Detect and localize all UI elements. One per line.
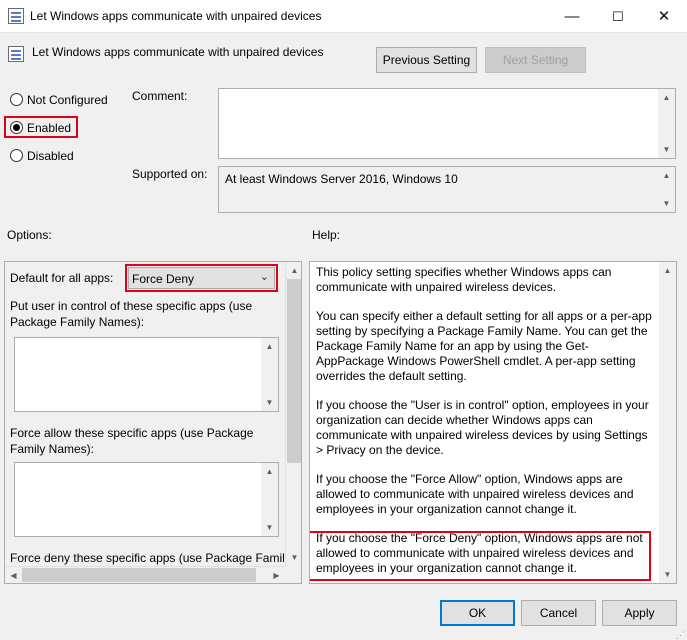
apply-button[interactable]: Apply <box>602 600 677 626</box>
enabled-radio[interactable] <box>10 121 23 134</box>
scroll-up-icon[interactable]: ▲ <box>658 167 675 184</box>
options-panel: Default for all apps: Force Deny ⌄ Put u… <box>4 261 302 584</box>
scroll-up-icon[interactable]: ▲ <box>261 338 278 355</box>
chevron-down-icon: ⌄ <box>259 271 269 283</box>
force-allow-scrollbar[interactable]: ▲ ▼ <box>261 463 278 536</box>
scroll-down-icon[interactable]: ▼ <box>658 141 675 158</box>
comment-scrollbar[interactable]: ▲ ▼ <box>658 89 675 158</box>
scroll-down-icon[interactable]: ▼ <box>261 394 278 411</box>
scroll-left-icon[interactable]: ◀ <box>5 567 22 583</box>
resize-grip-icon[interactable]: ⋰ <box>676 630 686 640</box>
scroll-up-icon[interactable]: ▲ <box>658 89 675 106</box>
scroll-down-icon[interactable]: ▼ <box>658 195 675 212</box>
scroll-up-icon[interactable]: ▲ <box>659 262 676 279</box>
help-paragraph: This policy setting specifies whether Wi… <box>316 265 612 294</box>
comment-label: Comment: <box>132 89 188 103</box>
scroll-up-icon[interactable]: ▲ <box>286 262 301 279</box>
scroll-down-icon[interactable]: ▼ <box>261 519 278 536</box>
options-hscrollbar[interactable]: ◀ ▶ <box>5 566 285 583</box>
cancel-button[interactable]: Cancel <box>521 600 596 626</box>
highlight-force-deny-help <box>310 531 651 581</box>
ok-button[interactable]: OK <box>440 600 515 626</box>
help-panel: This policy setting specifies whether Wi… <box>309 261 677 584</box>
options-vscrollbar[interactable]: ▲ ▼ <box>285 262 301 566</box>
user-control-list[interactable]: ▲ ▼ <box>14 337 279 412</box>
options-hscroll-thumb[interactable] <box>22 568 256 582</box>
scroll-up-icon[interactable]: ▲ <box>261 463 278 480</box>
scroll-right-icon[interactable]: ▶ <box>268 567 285 583</box>
supported-box: At least Windows Server 2016, Windows 10… <box>218 166 676 213</box>
window-title: Let Windows apps communicate with unpair… <box>30 9 322 23</box>
help-scroll-track <box>661 279 674 566</box>
not-configured-radio[interactable] <box>10 93 23 106</box>
help-label: Help: <box>312 228 341 242</box>
user-control-scrollbar[interactable]: ▲ ▼ <box>261 338 278 411</box>
supported-value: At least Windows Server 2016, Windows 10 <box>225 172 458 186</box>
previous-setting-button[interactable]: Previous Setting <box>376 47 477 73</box>
options-vscroll-thumb[interactable] <box>287 279 301 463</box>
policy-icon <box>8 46 24 62</box>
disabled-label[interactable]: Disabled <box>27 149 74 163</box>
not-configured-label[interactable]: Not Configured <box>27 93 108 107</box>
help-scrollbar[interactable]: ▲ ▼ <box>659 262 676 583</box>
options-label: Options: <box>7 228 52 242</box>
next-setting-button[interactable]: Next Setting <box>485 47 586 73</box>
force-allow-label: Force allow these specific apps (use Pac… <box>10 426 254 456</box>
close-button[interactable]: ✕ <box>641 0 687 33</box>
title-bar: Let Windows apps communicate with unpair… <box>0 0 687 33</box>
default-apps-select[interactable]: Force Deny ⌄ <box>128 267 275 289</box>
enabled-label[interactable]: Enabled <box>27 121 71 135</box>
comment-textarea[interactable]: ▲ ▼ <box>218 88 676 159</box>
supported-label: Supported on: <box>132 167 208 181</box>
help-paragraph: If you choose the "Force Allow" option, … <box>316 472 634 516</box>
default-apps-label: Default for all apps: <box>10 271 114 285</box>
disabled-radio[interactable] <box>10 149 23 162</box>
policy-icon <box>8 8 24 24</box>
minimize-button[interactable]: — <box>549 0 595 33</box>
help-paragraph: You can specify either a default setting… <box>316 309 652 383</box>
scroll-down-icon[interactable]: ▼ <box>286 549 301 566</box>
default-apps-value: Force Deny <box>132 272 195 286</box>
user-control-label: Put user in control of these specific ap… <box>10 299 253 329</box>
policy-name: Let Windows apps communicate with unpair… <box>32 45 324 59</box>
help-paragraph: If you choose the "User is in control" o… <box>316 398 649 457</box>
supported-scrollbar[interactable]: ▲ ▼ <box>658 167 675 212</box>
force-allow-list[interactable]: ▲ ▼ <box>14 462 279 537</box>
maximize-button[interactable]: ☐ <box>595 0 641 33</box>
force-deny-label: Force deny these specific apps (use Pack… <box>10 551 291 565</box>
scroll-down-icon[interactable]: ▼ <box>659 566 676 583</box>
